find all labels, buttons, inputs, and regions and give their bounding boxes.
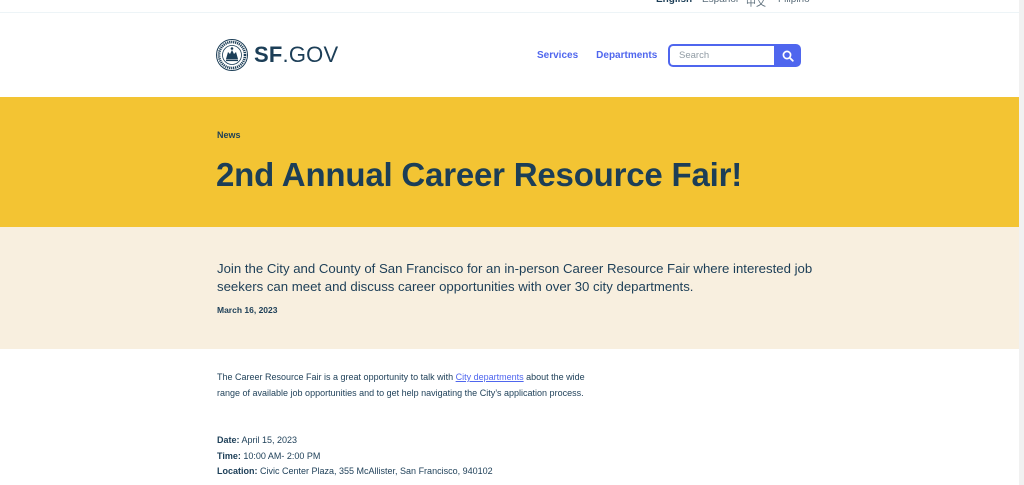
nav-departments-link[interactable]: Departments [596,50,657,61]
page-title: 2nd Annual Career Resource Fair! [216,156,743,193]
city-seal-icon [216,39,248,71]
site-header: SF.GOV Services Departments [0,13,1019,97]
logo-wordmark: SF.GOV [254,42,339,67]
publish-date: March 16, 2023 [217,305,278,315]
summary-text: Join the City and County of San Francisc… [217,261,813,294]
intro-paragraph: The Career Resource Fair is a great oppo… [217,372,585,398]
city-departments-link[interactable]: City departments [456,372,524,382]
search-form [668,44,801,67]
event-location: Location: Civic Center Plaza, 355 McAlli… [217,466,493,476]
content-type-label: News [217,130,241,140]
main-nav: Services Departments [537,50,657,61]
language-bar: English Español 中文 Filipino [0,0,1019,13]
language-links: English Español 中文 Filipino [656,0,810,9]
event-time: Time: 10:00 AM- 2:00 PM [217,450,321,461]
event-date: Date: April 15, 2023 [217,435,298,445]
search-button[interactable] [774,44,801,67]
language-english[interactable]: English [656,0,702,9]
summary-section: Join the City and County of San Francisc… [0,227,1019,349]
language-chinese[interactable]: 中文 [746,0,778,9]
search-icon [782,50,794,62]
hero-banner: News 2nd Annual Career Resource Fair! [0,97,1019,227]
nav-services-link[interactable]: Services [537,50,578,61]
scrollbar[interactable] [1019,0,1024,485]
language-filipino[interactable]: Filipino [778,0,810,9]
search-input[interactable] [668,44,774,67]
language-espanol[interactable]: Español [702,0,746,9]
article-body: The Career Resource Fair is a great oppo… [0,349,1019,485]
sf-gov-logo[interactable]: SF.GOV [216,39,338,71]
event-details: Date: April 15, 2023 Time: 10:00 AM- 2:0… [217,433,493,480]
